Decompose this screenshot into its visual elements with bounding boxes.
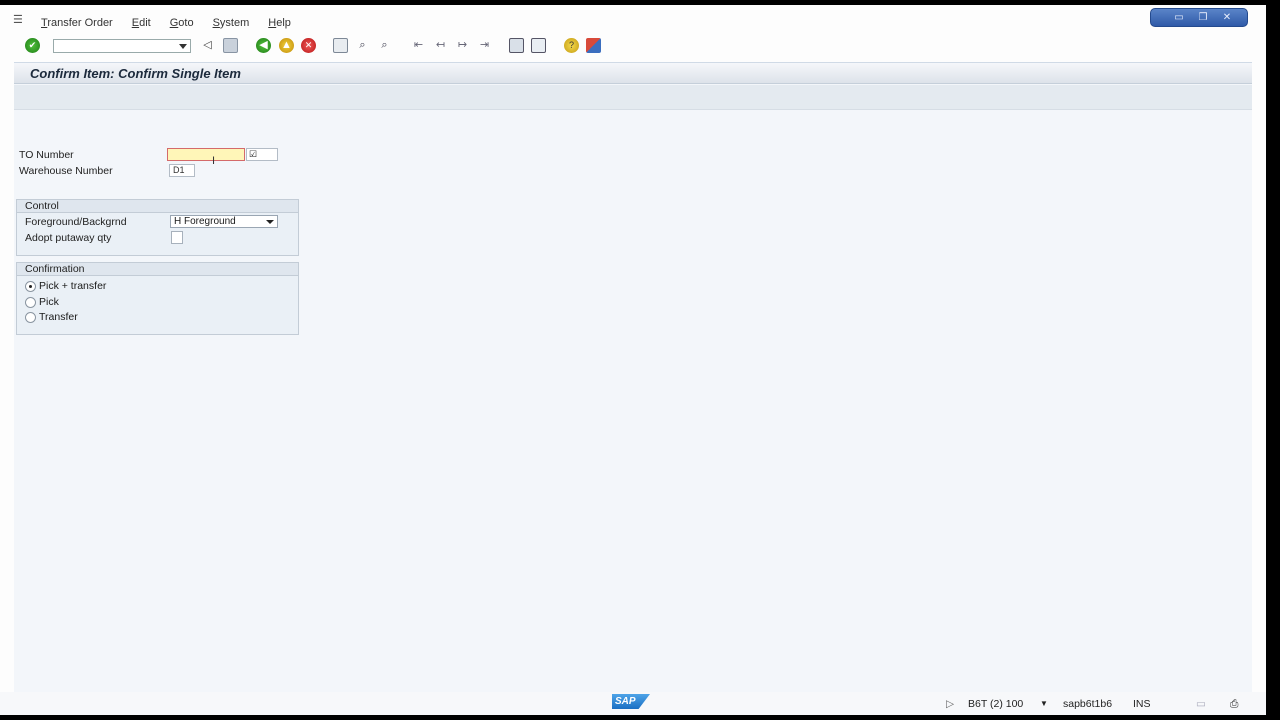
find-icon[interactable]: ⌕ [355, 38, 370, 53]
print-status-icon[interactable]: ⎙ [1230, 698, 1238, 711]
to-number-field[interactable] [167, 148, 245, 161]
to-number-label: TO Number [19, 149, 74, 161]
next-page-icon[interactable]: ↦ [455, 38, 470, 53]
exit-icon[interactable]: ▲ [279, 38, 294, 53]
standard-toolbar: ✔ ◁ ◀ ▲ ✕ ⌕ ⌕ ⇤ ↤ ↦ ⇥ ? [0, 35, 1266, 57]
adopt-putaway-label: Adopt putaway qty [25, 232, 112, 244]
main-content: Confirm Item: Confirm Single Item TO Num… [14, 62, 1252, 692]
confirmation-group: Confirmation Pick + transfer Pick Transf… [16, 262, 299, 335]
radio-label: Pick + transfer [39, 280, 107, 292]
previous-page-icon[interactable]: ↤ [433, 38, 448, 53]
radio-button[interactable] [25, 280, 36, 292]
radio-pick[interactable]: Pick [25, 296, 59, 308]
control-group: Control Foreground/Backgrnd H Foreground… [16, 199, 299, 256]
menu-icon[interactable]: ☰ [13, 15, 27, 26]
system-info: B6T (2) 100 [968, 698, 1024, 710]
status-bar: SAP ▷ B6T (2) 100 ▼ sapb6t1b6 INS ▭ ⎙ [0, 692, 1266, 715]
confirmation-group-title: Confirmation [17, 263, 298, 276]
find-next-icon[interactable]: ⌕ [377, 38, 392, 53]
last-page-icon[interactable]: ⇥ [477, 38, 492, 53]
radio-button[interactable] [25, 311, 36, 323]
adopt-putaway-checkbox[interactable] [171, 231, 183, 244]
search-help-icon[interactable]: ☑ [246, 148, 278, 161]
warehouse-label: Warehouse Number [19, 165, 113, 177]
menu-help[interactable]: Help [268, 17, 291, 29]
menu-transfer-order[interactable]: Transfer Order [41, 17, 113, 29]
radio-button[interactable] [25, 296, 36, 308]
page-title: Confirm Item: Confirm Single Item [30, 66, 241, 81]
control-group-title: Control [17, 200, 298, 213]
print-icon[interactable] [333, 38, 348, 53]
radio-label: Pick [39, 296, 59, 308]
server-name: sapb6t1b6 [1063, 698, 1113, 710]
customize-layout-icon[interactable] [586, 38, 601, 53]
new-session-icon[interactable] [509, 38, 524, 53]
back-icon[interactable]: ◀ [256, 38, 271, 53]
chevron-down-icon[interactable] [179, 44, 187, 49]
chevron-down-icon[interactable] [266, 220, 274, 224]
radio-pick-transfer[interactable]: Pick + transfer [25, 280, 106, 292]
command-field[interactable] [53, 39, 191, 53]
shortcut-icon[interactable] [531, 38, 546, 53]
warehouse-field[interactable]: D1 [169, 164, 195, 177]
chevron-down-icon[interactable]: ▼ [1040, 699, 1048, 708]
sap-window: ☰ Transfer Order Edit Goto System Help ▭… [0, 5, 1266, 715]
status-expand-icon[interactable]: ▷ [946, 698, 954, 710]
restore-icon[interactable]: ❐ [1196, 11, 1210, 25]
radio-transfer[interactable]: Transfer [25, 311, 78, 323]
menu-bar: ☰ Transfer Order Edit Goto System Help ▭… [0, 5, 1266, 33]
application-toolbar [14, 85, 1252, 110]
collapse-left-icon[interactable]: ◁ [200, 38, 215, 53]
enter-icon[interactable]: ✔ [25, 38, 40, 53]
minimize-icon[interactable]: ▭ [1172, 11, 1186, 25]
first-page-icon[interactable]: ⇤ [411, 38, 426, 53]
menu-edit[interactable]: Edit [132, 17, 151, 29]
command-input[interactable] [54, 40, 174, 53]
radio-label: Transfer [39, 311, 78, 323]
title-bar: Confirm Item: Confirm Single Item [14, 63, 1252, 84]
menu-goto[interactable]: Goto [170, 17, 194, 29]
menu-system[interactable]: System [213, 17, 250, 29]
window-controls: ▭ ❐ ✕ [1150, 8, 1248, 27]
foreground-dropdown[interactable]: H Foreground [170, 215, 278, 228]
sap-logo: SAP [612, 694, 650, 709]
help-icon[interactable]: ? [564, 38, 579, 53]
cancel-icon[interactable]: ✕ [301, 38, 316, 53]
close-icon[interactable]: ✕ [1220, 11, 1234, 25]
save-icon[interactable] [223, 38, 238, 53]
foreground-value: H Foreground [174, 216, 236, 227]
text-cursor-icon: I [212, 155, 216, 167]
status-field-icon: ▭ [1196, 698, 1206, 710]
foreground-label: Foreground/Backgrnd [25, 216, 127, 228]
input-mode: INS [1133, 698, 1151, 710]
